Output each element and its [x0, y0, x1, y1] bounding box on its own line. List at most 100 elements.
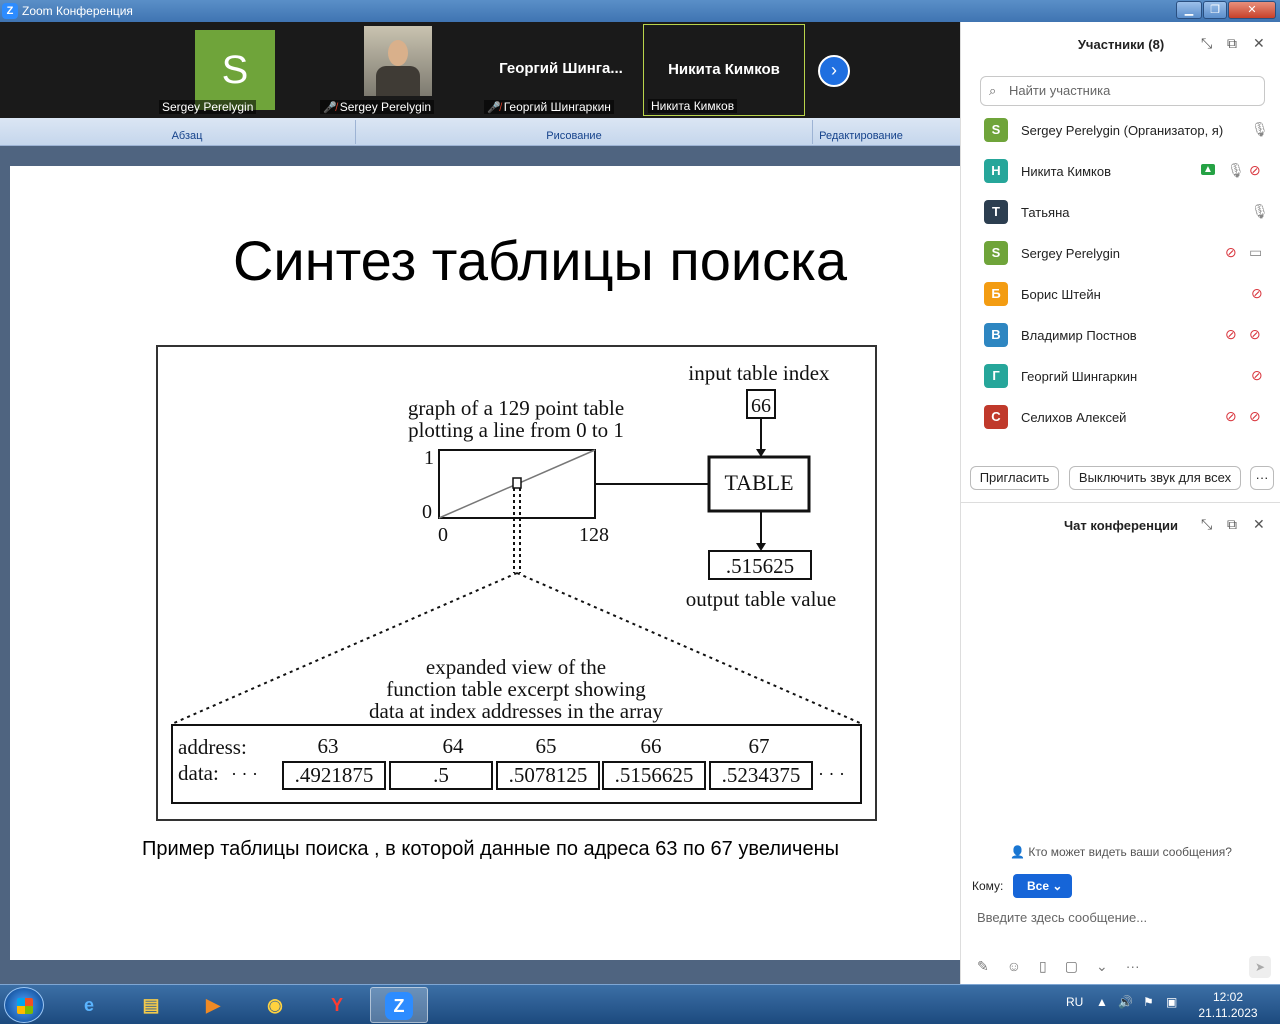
popout-icon[interactable]: ⧉: [1227, 516, 1237, 533]
participant-name: Sergey Perelygin (Организатор, я): [1021, 123, 1224, 138]
video-tile[interactable]: 🎤̸ Sergey Perelygin: [316, 24, 478, 116]
avatar: Г: [984, 364, 1008, 388]
data-value-64: .5: [433, 763, 449, 787]
collapse-icon[interactable]: ⤡: [1201, 516, 1212, 533]
more-icon[interactable]: ···: [1126, 958, 1140, 974]
video-off-icon[interactable]: ⊘: [1249, 408, 1261, 425]
participant-row[interactable]: Б Борис Штейн ⊘: [961, 274, 1280, 315]
slide-caption: Пример таблицы поиска , в которой данные…: [142, 838, 839, 860]
input-value: 66: [751, 395, 771, 417]
participant-name: Владимир Постнов: [1021, 328, 1137, 343]
participant-row[interactable]: Т Татьяна 🎙: [961, 192, 1280, 233]
who-can-see-link[interactable]: 👤 Кто может видеть ваши сообщения?: [961, 845, 1280, 859]
file-icon[interactable]: ▯: [1039, 958, 1047, 974]
yandex-icon[interactable]: Y: [308, 987, 366, 1023]
network-icon[interactable]: ▣: [1166, 995, 1177, 1009]
ribbon-group-paragraph[interactable]: Абзац: [22, 130, 352, 142]
video-off-icon[interactable]: ⊘: [1249, 162, 1261, 179]
send-button[interactable]: ➤: [1249, 956, 1271, 978]
chevron-down-icon[interactable]: ⌄: [1096, 958, 1108, 974]
ribbon-group-drawing[interactable]: Рисование: [358, 130, 790, 142]
trailing-dots: · · ·: [818, 764, 845, 784]
next-page-button[interactable]: ›: [818, 55, 850, 87]
message-input[interactable]: Введите здесь сообщение...: [977, 910, 1147, 925]
mic-muted-icon[interactable]: ⊘: [1251, 285, 1263, 302]
ribbon-separator: [812, 120, 813, 144]
ie-icon[interactable]: e: [60, 987, 118, 1023]
avatar: Н: [984, 159, 1008, 183]
popout-icon[interactable]: ⧉: [1227, 35, 1237, 52]
video-tile[interactable]: Георгий Шинга... 🎤̸ Георгий Шингаркин: [480, 24, 642, 116]
participant-search-input[interactable]: ⌕ Найти участника: [980, 76, 1265, 106]
volume-icon[interactable]: 🔊: [1118, 995, 1133, 1009]
invite-button[interactable]: Пригласить: [970, 466, 1059, 490]
avatar: С: [984, 405, 1008, 429]
video-strip: S Sergey Perelygin 🎤̸ Sergey Perelygin Ге…: [0, 22, 960, 118]
maximize-button[interactable]: ❐: [1203, 1, 1227, 19]
mic-icon[interactable]: 🎙: [1227, 162, 1245, 179]
language-indicator[interactable]: RU: [1066, 995, 1083, 1009]
clock-time: 12:02: [1212, 990, 1244, 1004]
participant-row[interactable]: S Sergey Perelygin (Организатор, я) 🎙: [961, 110, 1280, 151]
video-feed: [364, 26, 432, 96]
tile-name: 🎤̸ Георгий Шингаркин: [484, 100, 614, 114]
action-center-icon[interactable]: ⚑: [1143, 995, 1154, 1009]
participant-row[interactable]: Н Никита Кимков ▲ 🎙 ⊘: [961, 151, 1280, 192]
participant-row[interactable]: Г Георгий Шингаркин ⊘: [961, 356, 1280, 397]
video-off-icon[interactable]: ⊘: [1249, 326, 1261, 343]
tile-name: Sergey Perelygin: [159, 100, 257, 114]
ppt-ribbon: Абзац Рисование Редактирование: [0, 118, 960, 146]
output-value: .515625: [726, 554, 794, 578]
clock[interactable]: 12:02 21.11.2023: [1196, 989, 1260, 1021]
collapse-icon[interactable]: ⤡: [1201, 35, 1212, 52]
mic-muted-icon[interactable]: ⊘: [1225, 244, 1237, 261]
taskbar: e ▤ ▶ ◉ Y Z RU ▲ 🔊 ⚑ ▣ 12:02 21.11.2023: [0, 984, 1280, 1024]
mic-icon[interactable]: 🎙: [1251, 121, 1269, 138]
address-64: 64: [443, 734, 465, 758]
tray-expand-icon[interactable]: ▲: [1096, 995, 1108, 1009]
close-button[interactable]: ✕: [1228, 1, 1276, 19]
participant-name: Sergey Perelygin: [1021, 246, 1120, 261]
panel-divider: [961, 502, 1280, 503]
zoom-taskbar-icon[interactable]: Z: [370, 987, 428, 1023]
video-tile[interactable]: S Sergey Perelygin: [155, 24, 315, 116]
data-label: data:: [178, 761, 219, 785]
close-icon[interactable]: ✕: [1253, 35, 1265, 52]
video-icon[interactable]: ▭: [1249, 244, 1262, 261]
more-options-button[interactable]: ···: [1250, 466, 1274, 490]
participant-row[interactable]: С Селихов Алексей ⊘ ⊘: [961, 397, 1280, 438]
graph-y-max: 1: [424, 447, 434, 469]
tile-name: Никита Кимков: [648, 99, 738, 113]
screenshot-icon[interactable]: ▢: [1065, 958, 1078, 974]
graph-label-line1: graph of a 129 point table: [408, 396, 624, 420]
close-icon[interactable]: ✕: [1253, 516, 1265, 533]
share-screen-icon: ▲: [1201, 164, 1215, 175]
media-player-icon[interactable]: ▶: [184, 987, 242, 1023]
chrome-icon[interactable]: ◉: [246, 987, 304, 1023]
mic-icon[interactable]: 🎙: [1251, 203, 1269, 220]
start-button[interactable]: [4, 987, 44, 1023]
participant-name: Георгий Шингаркин: [1021, 369, 1138, 384]
expanded-label-line3: data at index addresses in the array: [369, 699, 663, 723]
avatar: S: [984, 118, 1008, 142]
participant-row[interactable]: В Владимир Постнов ⊘ ⊘: [961, 315, 1280, 356]
lookup-table-figure: graph of a 129 point table plotting a li…: [156, 345, 877, 821]
arrow-head: [756, 543, 766, 551]
ribbon-group-editing[interactable]: Редактирование: [814, 130, 908, 142]
input-label: input table index: [688, 361, 830, 385]
mic-muted-icon[interactable]: ⊘: [1225, 408, 1237, 425]
address-label: address:: [178, 735, 247, 759]
mic-muted-icon[interactable]: ⊘: [1225, 326, 1237, 343]
recipient-dropdown[interactable]: Все ⌄: [1013, 874, 1072, 898]
emoji-icon[interactable]: ☺: [1007, 958, 1021, 974]
format-icon[interactable]: ✎: [977, 958, 989, 974]
window-title: Zoom Конференция: [22, 4, 133, 18]
address-65: 65: [536, 734, 557, 758]
video-tile-active-speaker[interactable]: Никита Кимков Никита Кимков: [643, 24, 805, 116]
participant-row[interactable]: S Sergey Perelygin ⊘ ▭: [961, 233, 1280, 274]
mute-all-button[interactable]: Выключить звук для всех: [1069, 466, 1241, 490]
mic-muted-icon[interactable]: ⊘: [1251, 367, 1263, 384]
mic-muted-icon: 🎤̸: [487, 102, 501, 114]
explorer-icon[interactable]: ▤: [122, 987, 180, 1023]
minimize-button[interactable]: ▁: [1176, 1, 1202, 19]
